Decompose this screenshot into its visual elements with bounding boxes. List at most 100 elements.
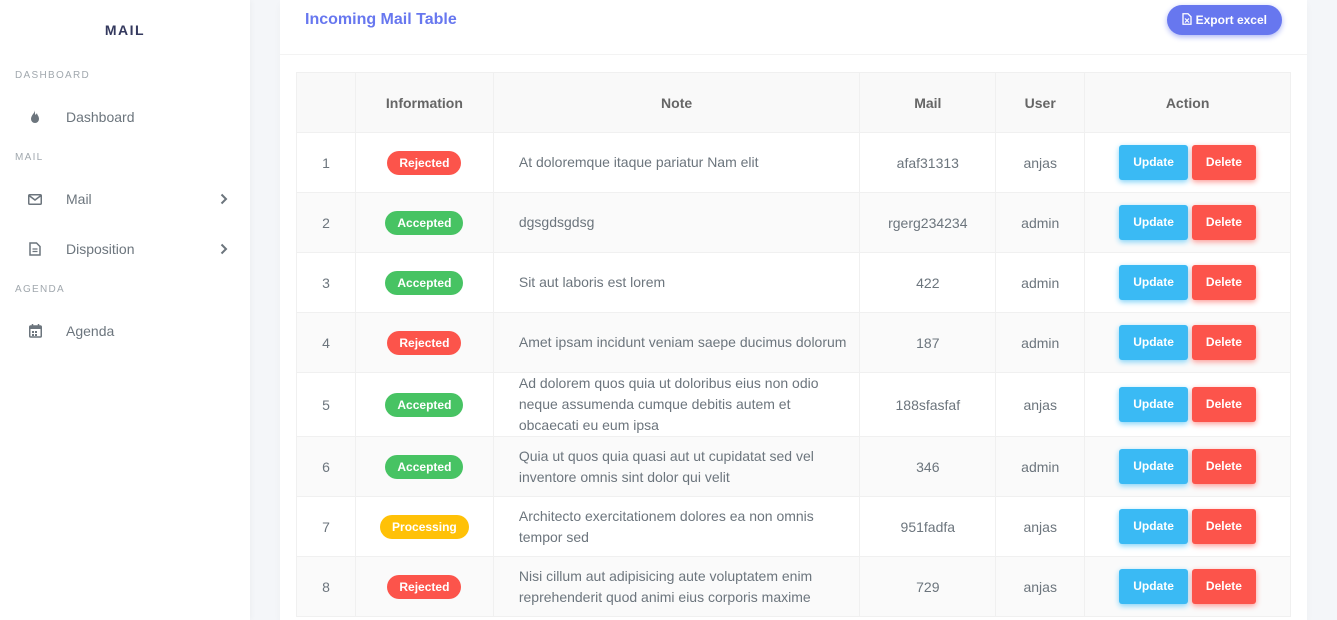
table-row: 5 Accepted Ad dolorem quos quia ut dolorib… — [296, 372, 1291, 437]
mail-cell: 188sfasfaf — [859, 372, 997, 437]
row-number-cell: 3 — [296, 252, 356, 313]
status-cell: Accepted — [354, 436, 494, 497]
note-cell: Nisi cillum aut adipisicing aute volupta… — [492, 556, 861, 617]
mail-cell: 346 — [859, 436, 997, 497]
table-header-row: Information Note Mail User Action — [296, 72, 1291, 133]
update-button[interactable]: Update — [1119, 569, 1188, 604]
column-header-mail[interactable]: Mail — [859, 72, 997, 133]
sidebar-item-label: Mail — [66, 191, 92, 207]
status-cell: Accepted — [354, 252, 494, 313]
delete-button[interactable]: Delete — [1191, 509, 1256, 544]
user-cell: admin — [995, 252, 1086, 313]
calendar-icon — [25, 321, 45, 341]
delete-button[interactable]: Delete — [1191, 265, 1256, 300]
delete-button[interactable]: Delete — [1191, 145, 1256, 180]
sidebar-item-disposition[interactable]: Disposition — [0, 224, 250, 274]
action-cell: Update Delete — [1084, 556, 1291, 617]
status-badge: Rejected — [387, 150, 462, 175]
mail-cell: 951fadfa — [859, 496, 997, 557]
table-row: 2 Accepted dgsgdsgdsg rgerg234234 admin Updat… — [296, 192, 1291, 253]
action-cell: Update Delete — [1084, 132, 1291, 193]
fire-icon — [25, 107, 45, 127]
status-badge: Accepted — [385, 454, 464, 479]
page-title: Incoming Mail Table — [305, 11, 457, 28]
sidebar-item-dashboard[interactable]: Dashboard — [0, 92, 250, 142]
table-row: 4 Rejected Amet ipsam incidunt veniam saep… — [296, 312, 1291, 373]
user-cell: anjas — [995, 496, 1086, 557]
file-icon — [25, 239, 45, 259]
update-button[interactable]: Update — [1119, 509, 1188, 544]
update-button[interactable]: Update — [1119, 449, 1188, 484]
action-cell: Update Delete — [1084, 496, 1291, 557]
file-excel-icon — [1181, 12, 1192, 28]
envelope-icon — [25, 189, 45, 209]
note-cell: Ad dolorem quos quia ut doloribus eius n… — [492, 372, 861, 437]
user-cell: anjas — [995, 372, 1086, 437]
row-number-cell: 1 — [296, 132, 356, 193]
status-badge: Accepted — [385, 210, 464, 235]
mail-cell: rgerg234234 — [859, 192, 997, 253]
status-cell: Rejected — [354, 132, 494, 193]
status-badge: Processing — [380, 514, 469, 539]
sidebar-item-agenda[interactable]: Agenda — [0, 306, 250, 356]
user-cell: admin — [995, 312, 1086, 373]
row-number-cell: 6 — [296, 436, 356, 497]
user-cell: admin — [995, 192, 1086, 253]
status-cell: Rejected — [354, 556, 494, 617]
action-cell: Update Delete — [1084, 372, 1291, 437]
note-cell: Architecto exercitationem dolores ea non… — [492, 496, 861, 557]
mail-cell: 187 — [859, 312, 997, 373]
column-header-information[interactable]: Information — [354, 72, 494, 133]
user-cell: anjas — [995, 132, 1086, 193]
column-header-user[interactable]: User — [995, 72, 1086, 133]
row-number-cell: 2 — [296, 192, 356, 253]
sidebar-item-mail[interactable]: Mail — [0, 174, 250, 224]
export-excel-label: Export excel — [1195, 13, 1267, 27]
delete-button[interactable]: Delete — [1191, 569, 1256, 604]
status-badge: Accepted — [385, 270, 464, 295]
row-number-cell: 4 — [296, 312, 356, 373]
menu-header-dashboard: DASHBOARD — [15, 70, 91, 81]
action-cell: Update Delete — [1084, 312, 1291, 373]
status-badge: Rejected — [387, 574, 462, 599]
mail-cell: 422 — [859, 252, 997, 313]
card-header: Incoming Mail Table Export excel — [280, 0, 1307, 55]
delete-button[interactable]: Delete — [1191, 325, 1256, 360]
row-number-cell: 8 — [296, 556, 356, 617]
table-row: 7 Processing Architecto exercitationem dol… — [296, 496, 1291, 557]
table-body: 1 Rejected At doloremque itaque pariatur N… — [296, 132, 1291, 617]
action-cell: Update Delete — [1084, 436, 1291, 497]
chevron-right-icon — [218, 243, 230, 255]
brand-logo[interactable]: MAIL — [0, 0, 250, 60]
delete-button[interactable]: Delete — [1191, 205, 1256, 240]
column-header-note[interactable]: Note — [492, 72, 861, 133]
update-button[interactable]: Update — [1119, 325, 1188, 360]
table-row: 6 Accepted Quia ut quos quia quasi aut ut … — [296, 436, 1291, 497]
row-number-cell: 7 — [296, 496, 356, 557]
update-button[interactable]: Update — [1119, 145, 1188, 180]
update-button[interactable]: Update — [1119, 265, 1188, 300]
export-excel-button[interactable]: Export excel — [1166, 5, 1282, 35]
note-cell: dgsgdsgdsg — [492, 192, 861, 253]
action-cell: Update Delete — [1084, 252, 1291, 313]
mail-cell: 729 — [859, 556, 997, 617]
sidebar: MAIL DASHBOARD Dashboard MAIL Mail Dispo… — [0, 0, 250, 620]
note-cell: Amet ipsam incidunt veniam saepe ducimus… — [492, 312, 861, 373]
sidebar-item-label: Agenda — [66, 323, 115, 339]
update-button[interactable]: Update — [1119, 205, 1188, 240]
menu-header-mail: MAIL — [15, 152, 44, 163]
status-cell: Accepted — [354, 192, 494, 253]
mail-table-wrapper: Information Note Mail User Action 1 Rejec… — [296, 72, 1291, 617]
note-cell: Sit aut laboris est lorem — [492, 252, 861, 313]
status-cell: Rejected — [354, 312, 494, 373]
table-row: 3 Accepted Sit aut laboris est lorem 422 adm… — [296, 252, 1291, 313]
column-header-no — [296, 72, 356, 133]
note-cell: At doloremque itaque pariatur Nam elit — [492, 132, 861, 193]
user-cell: anjas — [995, 556, 1086, 617]
delete-button[interactable]: Delete — [1191, 387, 1256, 422]
chevron-right-icon — [218, 193, 230, 205]
sidebar-item-label: Disposition — [66, 241, 135, 257]
action-cell: Update Delete — [1084, 192, 1291, 253]
delete-button[interactable]: Delete — [1191, 449, 1256, 484]
update-button[interactable]: Update — [1119, 387, 1188, 422]
